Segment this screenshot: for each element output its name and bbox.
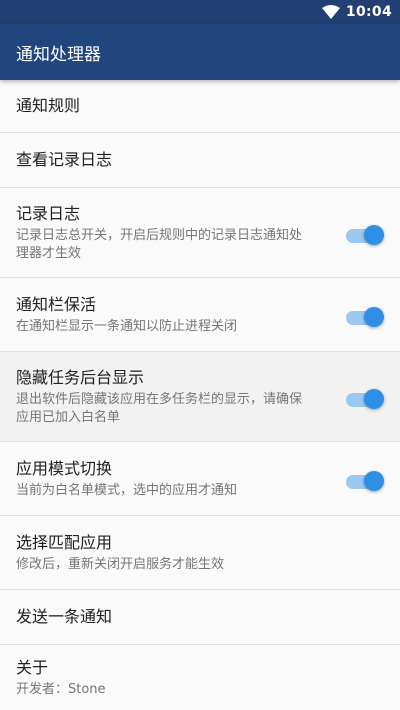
item-title: 应用模式切换: [16, 458, 113, 478]
switch-thumb: [364, 224, 384, 245]
item-summary: 在通知栏显示一条通知以防止进程关闭: [16, 318, 238, 334]
item-title: 发送一条通知: [16, 607, 113, 626]
item-title: 查看记录日志: [16, 150, 113, 169]
item-summary: 记录日志总开关，开启后规则中的记录日志通知处理器才生效: [16, 227, 303, 261]
keepalive-switch[interactable]: [346, 305, 384, 327]
app-bar: 通知处理器: [0, 24, 400, 80]
item-title: 隐藏任务后台显示: [16, 367, 145, 387]
item-title: 选择匹配应用: [16, 532, 113, 552]
view-log-item[interactable]: 查看记录日志: [0, 133, 400, 188]
status-time: 10:04: [345, 4, 392, 20]
hide-recents-switch[interactable]: [346, 387, 384, 409]
switch-thumb: [364, 306, 384, 327]
switch-thumb: [364, 470, 384, 491]
record-log-switch[interactable]: [346, 223, 384, 245]
record-log-item[interactable]: 记录日志 记录日志总开关，开启后规则中的记录日志通知处理器才生效: [0, 188, 400, 278]
app-title: 通知处理器: [16, 44, 101, 65]
select-apps-item[interactable]: 选择匹配应用 修改后，重新关闭开启服务才能生效: [0, 516, 400, 590]
wifi-icon: [321, 5, 340, 19]
settings-list: 通知规则 查看记录日志 记录日志 记录日志总开关，开启后规则中的记录日志通知处理…: [0, 80, 400, 710]
app-mode-switch[interactable]: [346, 469, 384, 491]
item-title: 通知栏保活: [16, 294, 97, 314]
app-mode-item[interactable]: 应用模式切换 当前为白名单模式，选中的应用才通知: [0, 442, 400, 516]
item-summary: 当前为白名单模式，选中的应用才通知: [16, 482, 238, 498]
item-title: 记录日志: [16, 203, 81, 223]
about-item[interactable]: 关于 开发者：Stone: [0, 645, 400, 710]
notification-rules-item[interactable]: 通知规则: [0, 80, 400, 133]
send-notification-item[interactable]: 发送一条通知: [0, 590, 400, 645]
hide-recents-item[interactable]: 隐藏任务后台显示 退出软件后隐藏该应用在多任务栏的显示，请确保应用已加入白名单: [0, 352, 400, 442]
switch-thumb: [364, 388, 384, 409]
item-title: 通知规则: [16, 96, 81, 115]
item-summary: 修改后，重新关闭开启服务才能生效: [16, 556, 225, 572]
item-summary: 退出软件后隐藏该应用在多任务栏的显示，请确保应用已加入白名单: [16, 391, 303, 425]
item-summary: 开发者：Stone: [16, 681, 106, 697]
notification-keepalive-item[interactable]: 通知栏保活 在通知栏显示一条通知以防止进程关闭: [0, 278, 400, 352]
item-title: 关于: [16, 657, 49, 677]
status-bar: 10:04: [0, 0, 400, 24]
